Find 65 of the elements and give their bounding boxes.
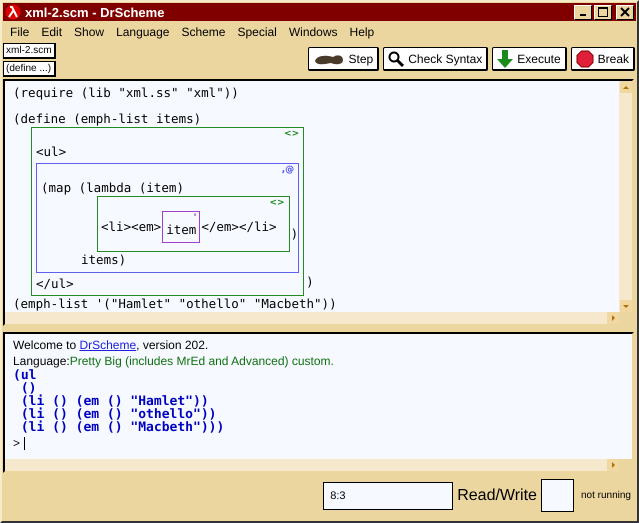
code-line: (map (lambda (item) xyxy=(41,180,185,196)
scroll-right-icon[interactable] xyxy=(607,312,619,324)
menu-item[interactable]: Help xyxy=(344,24,380,38)
output-line: (ul xyxy=(13,369,38,382)
menu-item[interactable]: Scheme xyxy=(175,24,232,38)
menu-item[interactable]: Language xyxy=(110,24,176,38)
maximize-button[interactable] xyxy=(594,4,612,20)
break-button[interactable]: Break xyxy=(570,47,635,71)
language-value: Pretty Big (includes MrEd and Advanced) custom. xyxy=(70,353,334,369)
xml-tag: </ul> xyxy=(36,276,300,292)
menu-item[interactable]: Show xyxy=(68,24,110,38)
menu-item[interactable]: Windows xyxy=(282,24,344,38)
xml-tag: <li><em> xyxy=(101,219,162,235)
prompt: > xyxy=(13,436,20,450)
output-line: (li () (em () "Macbeth"))) xyxy=(20,421,226,434)
file-name-button[interactable]: xml-2.scm xyxy=(3,43,56,59)
welcome-message: Welcome to DrScheme, version 202. xyxy=(13,337,210,353)
code-text: item xyxy=(166,222,196,237)
minimize-icon xyxy=(580,14,586,16)
check-syntax-button[interactable]: Check Syntax xyxy=(383,47,488,71)
menu-item[interactable]: Special xyxy=(231,24,283,38)
output-line: () xyxy=(20,382,36,395)
code-line: (require (lib "xml.ss" "xml")) xyxy=(13,85,240,101)
drscheme-link[interactable]: DrScheme xyxy=(79,338,136,352)
position-field: 8:3 xyxy=(323,482,454,510)
scroll-right-icon[interactable] xyxy=(607,459,619,471)
scroll-up-icon[interactable] xyxy=(620,81,632,93)
output-line: (li () (em () "Hamlet")) xyxy=(20,395,209,408)
output-line: (li () (em () "othello")) xyxy=(20,408,216,421)
language-label: Language: xyxy=(13,353,70,369)
close-button[interactable] xyxy=(616,4,634,20)
scroll-down-icon[interactable] xyxy=(620,300,632,312)
vertical-scrollbar[interactable] xyxy=(619,81,632,312)
lambda-logo-icon xyxy=(5,4,21,20)
step-button[interactable]: Step xyxy=(308,47,380,71)
code-text: ) xyxy=(306,274,314,290)
down-arrow-icon xyxy=(497,50,514,68)
xml-marker-label: <> xyxy=(270,198,285,208)
stop-sign-icon xyxy=(576,50,594,68)
menu-item[interactable]: Edit xyxy=(35,24,68,38)
gc-indicator xyxy=(540,479,574,512)
scheme-box[interactable]: ' item xyxy=(162,211,200,243)
execute-button[interactable]: Execute xyxy=(492,47,567,71)
xml-tag: </em></li> xyxy=(201,219,277,235)
splice-marker-label: ,@ xyxy=(282,165,294,175)
menu-item[interactable]: File xyxy=(6,24,36,38)
minimize-button[interactable] xyxy=(574,4,592,20)
interactions-pane[interactable]: Welcome to DrScheme, version 202. Language:Pretty Big (includes MrEd and Advanced) custom. (ul () (li () (em () "Hamlet")) (li () (em () "othello")) (li () (em () "Macbeth"))) > xyxy=(3,332,634,473)
code-line: (emph-list '("Hamlet" "othello" "Macbeth")) xyxy=(13,296,338,312)
xml-marker-label: <> xyxy=(284,129,300,139)
xml-tag: <ul> xyxy=(36,144,300,160)
magnifier-icon xyxy=(388,50,404,66)
window-title: xml-2.scm - DrScheme xyxy=(25,4,166,20)
horizontal-scrollbar[interactable] xyxy=(5,459,632,471)
maximize-icon xyxy=(598,7,608,17)
horizontal-scrollbar[interactable] xyxy=(5,312,632,324)
code-line: (define (emph-list items) xyxy=(13,111,202,127)
quote-marker-label: ' xyxy=(194,213,196,223)
read-write-label: Read/Write xyxy=(457,486,537,504)
running-status: not running xyxy=(580,490,631,501)
text-cursor xyxy=(24,436,26,450)
close-icon xyxy=(620,7,630,17)
code-line: items) xyxy=(81,252,128,268)
define-menu-button[interactable]: (define ...) xyxy=(3,61,56,77)
code-text: ) xyxy=(290,226,298,242)
